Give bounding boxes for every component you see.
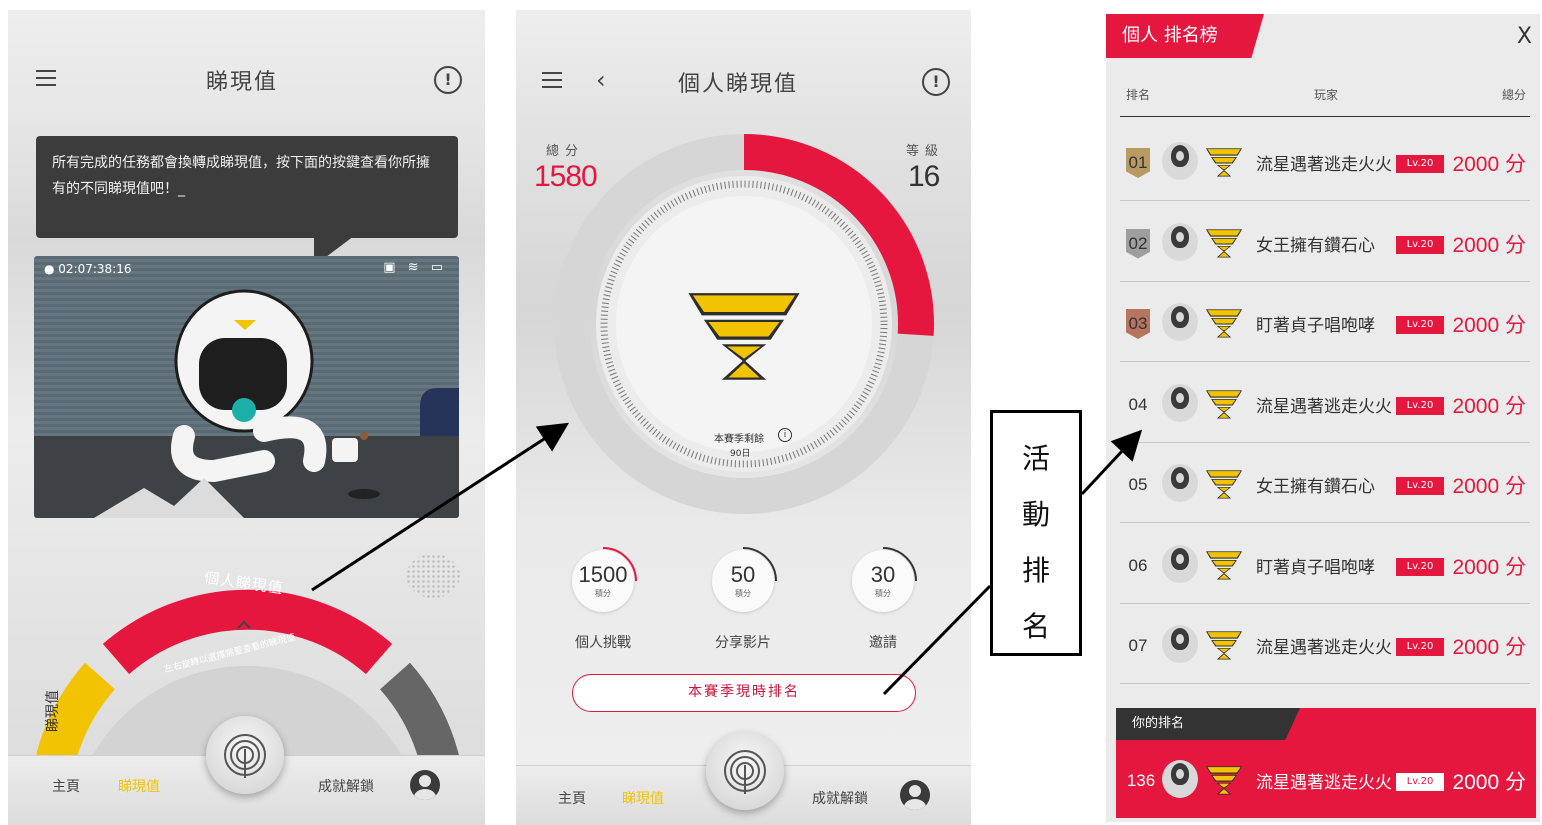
arrow-to-personal-value [311,422,570,592]
arrow-from-season-button [882,584,992,696]
arrow-to-leaderboard [1080,429,1143,496]
annotation-arrows [311,422,1143,696]
